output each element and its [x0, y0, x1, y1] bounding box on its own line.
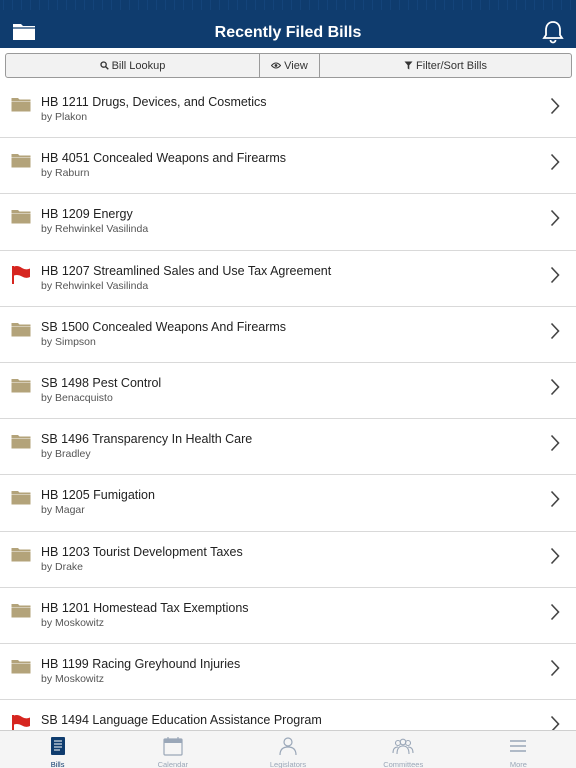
legislator-icon	[277, 736, 299, 756]
bill-row[interactable]: HB 1201 Homestead Tax Exemptions by Mosko…	[0, 588, 576, 644]
bill-sponsor: by Simpson	[41, 335, 96, 348]
filter-sort-label: Filter/Sort Bills	[416, 59, 487, 72]
bill-row[interactable]: HB 1205 Fumigation by Magar	[0, 475, 576, 532]
chevron-right-icon	[550, 209, 560, 227]
folder-icon	[11, 546, 31, 566]
tab-label: More	[509, 760, 527, 768]
bill-title: SB 1494 Language Education Assistance Pr…	[41, 713, 322, 728]
bill-sponsor: by Raburn	[41, 167, 90, 180]
bill-lookup-label: Bill Lookup	[111, 59, 166, 72]
bill-toolbar: Bill Lookup View Filter/Sort Bills	[5, 53, 572, 78]
view-button[interactable]: View	[259, 54, 319, 77]
filter-sort-button[interactable]: Filter/Sort Bills	[319, 54, 571, 77]
committees-icon	[392, 736, 414, 756]
chevron-right-icon	[550, 490, 560, 508]
bill-sponsor: by Moskowitz	[41, 616, 105, 629]
folder-icon	[11, 208, 31, 228]
bill-row[interactable]: SB 1494 Language Education Assistance Pr…	[0, 700, 576, 730]
tab-committees[interactable]: Committees	[346, 731, 461, 768]
tab-label: Legislators	[269, 760, 307, 768]
bill-row[interactable]: HB 1211 Drugs, Devices, and Cosmetics by …	[0, 82, 576, 139]
status-bar-strip	[0, 0, 576, 10]
tab-label: Committees	[383, 760, 424, 768]
tab-calendar[interactable]: Calendar	[115, 731, 230, 768]
chevron-right-icon	[550, 603, 560, 621]
chevron-right-icon	[550, 322, 560, 340]
bill-row[interactable]: HB 1203 Tourist Development Taxes by Drak…	[0, 532, 576, 588]
bill-sponsor: by Rehwinkel Vasilinda	[41, 223, 149, 236]
flag-icon	[11, 714, 31, 730]
bill-title: HB 1201 Homestead Tax Exemptions	[41, 600, 249, 615]
bill-title: SB 1496 Transparency In Health Care	[41, 432, 253, 447]
bill-row[interactable]: HB 1209 Energy by Rehwinkel Vasilinda	[0, 194, 576, 251]
bills-icon	[47, 736, 69, 756]
bill-sponsor: by Bradley	[41, 448, 91, 461]
chevron-right-icon	[550, 434, 560, 452]
bill-row[interactable]: HB 4051 Concealed Weapons and Firearms by…	[0, 138, 576, 195]
chevron-right-icon	[550, 547, 560, 565]
bill-title: HB 1209 Energy	[41, 207, 133, 222]
bill-list: HB 1211 Drugs, Devices, and Cosmetics by …	[0, 82, 576, 730]
bill-row[interactable]: SB 1498 Pest Control by Benacquisto	[0, 363, 576, 420]
calendar-icon	[162, 736, 184, 756]
chevron-right-icon	[550, 659, 560, 677]
filter-icon	[404, 61, 413, 70]
bill-sponsor: by Drake	[41, 560, 84, 573]
chevron-right-icon	[550, 378, 560, 396]
bill-row[interactable]: HB 1199 Racing Greyhound Injuries by Mosk…	[0, 644, 576, 701]
chevron-right-icon	[550, 153, 560, 171]
menu-icon	[507, 736, 529, 756]
folder-icon	[11, 96, 31, 116]
tab-bar: Bills Calendar Legislators Committees More	[0, 730, 576, 768]
bill-title: HB 4051 Concealed Weapons and Firearms	[41, 151, 287, 166]
tab-label: Calendar	[157, 760, 189, 768]
tab-legislators[interactable]: Legislators	[230, 731, 345, 768]
folder-icon	[11, 152, 31, 172]
view-label: View	[284, 59, 308, 72]
bill-title: SB 1500 Concealed Weapons And Firearms	[41, 319, 287, 334]
bill-row[interactable]: SB 1500 Concealed Weapons And Firearms by…	[0, 307, 576, 363]
tab-label: Bills	[50, 760, 65, 768]
flag-icon	[11, 265, 31, 285]
app-header: Recently Filed Bills	[0, 0, 576, 48]
tab-more[interactable]: More	[461, 731, 576, 768]
bill-title: HB 1199 Racing Greyhound Injuries	[41, 656, 241, 671]
bill-title: HB 1211 Drugs, Devices, and Cosmetics	[41, 95, 267, 109]
chevron-right-icon	[550, 715, 560, 730]
bill-sponsor: by Rehwinkel Vasilinda	[41, 279, 149, 292]
chevron-right-icon	[550, 97, 560, 115]
folder-icon	[11, 658, 31, 678]
page-title: Recently Filed Bills	[214, 24, 362, 41]
bill-title: HB 1207 Streamlined Sales and Use Tax Ag…	[41, 263, 332, 278]
bill-sponsor: by Moskowitz	[41, 672, 105, 685]
tab-bills[interactable]: Bills	[0, 731, 115, 768]
bill-sponsor: by Benacquisto	[41, 391, 113, 404]
folder-icon	[11, 602, 31, 622]
bill-row[interactable]: SB 1496 Transparency In Health Care by Br…	[0, 419, 576, 476]
bell-icon[interactable]	[542, 20, 564, 44]
bill-row[interactable]: HB 1207 Streamlined Sales and Use Tax Ag…	[0, 251, 576, 307]
bill-sponsor: by Plakon	[41, 111, 88, 123]
bill-title: SB 1498 Pest Control	[41, 375, 162, 390]
folder-icon	[11, 489, 31, 509]
eye-icon	[271, 62, 282, 69]
search-icon	[99, 61, 109, 70]
folder-icon	[11, 433, 31, 453]
bill-title: HB 1203 Tourist Development Taxes	[41, 544, 243, 559]
folder-icon	[11, 377, 31, 397]
bill-lookup-button[interactable]: Bill Lookup	[6, 54, 259, 77]
bill-title: HB 1205 Fumigation	[41, 488, 155, 503]
chevron-right-icon	[550, 266, 560, 284]
bill-sponsor: by Magar	[41, 504, 85, 517]
folder-icon	[11, 321, 31, 341]
